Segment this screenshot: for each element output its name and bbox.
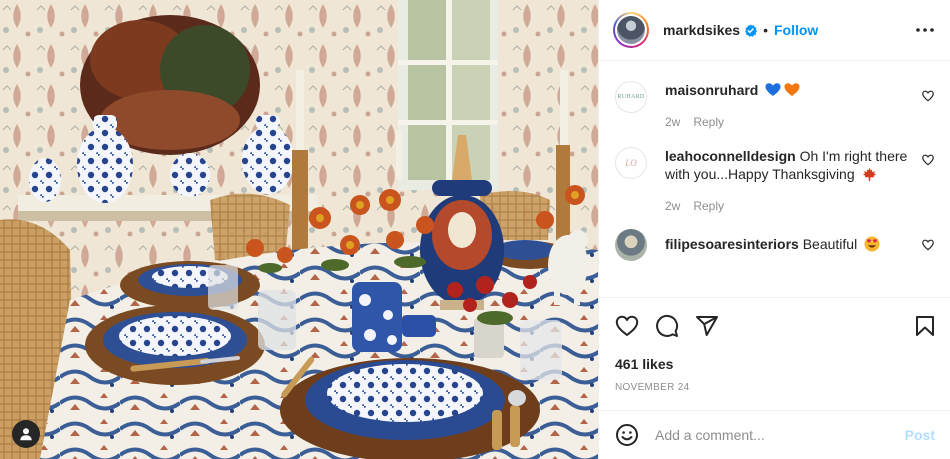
table-setting-image — [0, 0, 598, 459]
commenter-username[interactable]: filipesoaresinteriors — [665, 236, 799, 252]
follow-button[interactable]: Follow — [774, 22, 818, 38]
comment-item: RUHARD maisonruhard 2w Reply — [615, 69, 934, 131]
post-side-panel: markdsikes • Follow RUHARD maisonruhard — [598, 0, 950, 459]
reply-button[interactable]: Reply — [693, 113, 724, 131]
commenter-avatar[interactable]: RUHARD — [615, 81, 647, 113]
more-options-icon[interactable] — [916, 28, 934, 32]
comments-list[interactable]: RUHARD maisonruhard 2w Reply LO leahocon… — [599, 61, 950, 297]
author-avatar[interactable] — [613, 12, 649, 48]
add-comment-bar: Post — [599, 410, 950, 459]
heart-eyes-emoji-icon — [864, 236, 880, 252]
comment-input[interactable] — [655, 427, 905, 443]
orange-heart-emoji-icon — [784, 82, 800, 98]
commenter-avatar-logo: LO — [625, 158, 637, 168]
verified-badge-icon — [744, 23, 758, 37]
commenter-username[interactable]: maisonruhard — [665, 82, 758, 98]
heart-icon[interactable] — [615, 314, 639, 338]
emoji-icon[interactable] — [615, 423, 639, 447]
likes-count[interactable]: 461 likes — [599, 356, 950, 372]
header-separator: • — [763, 22, 768, 38]
post-comment-button[interactable]: Post — [905, 427, 935, 443]
blue-heart-emoji-icon — [765, 82, 781, 98]
commenter-avatar-logo: RUHARD — [617, 94, 645, 100]
comment-item: filipesoaresinteriors Beautiful — [615, 215, 934, 261]
user-tag-icon — [20, 428, 32, 441]
like-comment-heart-icon[interactable] — [922, 153, 934, 171]
commenter-avatar[interactable] — [615, 229, 647, 261]
like-comment-heart-icon[interactable] — [922, 238, 934, 256]
comment-text: Beautiful — [802, 236, 858, 252]
post-photo[interactable] — [0, 0, 598, 459]
commenter-username[interactable]: leahoconnelldesign — [665, 148, 796, 164]
comment-item: LO leahoconnelldesign Oh I'm right there… — [615, 131, 934, 215]
post-date[interactable]: NOVEMBER 24 — [599, 382, 950, 393]
reply-button[interactable]: Reply — [693, 197, 724, 215]
post-header: markdsikes • Follow — [599, 0, 950, 61]
share-icon[interactable] — [695, 314, 719, 338]
comment-icon[interactable] — [655, 314, 679, 338]
like-comment-heart-icon[interactable] — [922, 89, 934, 107]
maple-leaf-emoji-icon — [862, 167, 877, 182]
comment-age[interactable]: 2w — [665, 197, 680, 215]
commenter-avatar[interactable]: LO — [615, 147, 647, 179]
action-bar — [599, 298, 950, 354]
author-username[interactable]: markdsikes — [663, 22, 740, 38]
bookmark-icon[interactable] — [913, 314, 937, 338]
comment-age[interactable]: 2w — [665, 113, 680, 131]
user-tag-button[interactable] — [12, 420, 40, 448]
post-actions: 461 likes NOVEMBER 24 — [599, 297, 950, 393]
